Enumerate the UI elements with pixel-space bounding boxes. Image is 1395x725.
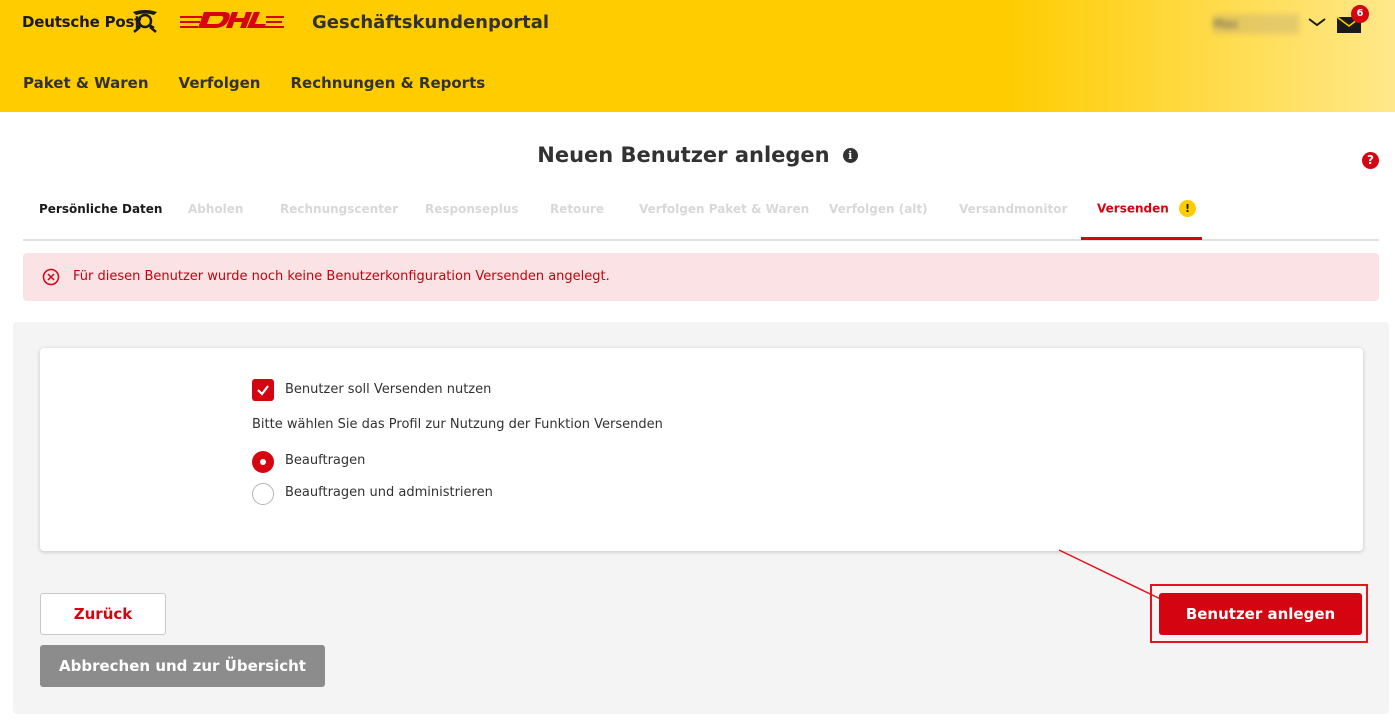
config-tabs: Persönliche Daten Abholen Rechnungscente… — [23, 190, 1379, 241]
posthorn-icon — [133, 10, 157, 33]
nav-item-paket-waren[interactable]: Paket & Waren — [23, 74, 149, 92]
tab-responseplus[interactable]: Responseplus — [425, 202, 519, 216]
create-user-button[interactable]: Benutzer anlegen — [1159, 593, 1362, 635]
checkmark-icon — [257, 385, 269, 396]
page-title: Neuen Benutzer anlegen — [537, 143, 830, 167]
user-name[interactable]: Max Mustermann — [1213, 14, 1299, 34]
tab-rechnungscenter[interactable]: Rechnungscenter — [280, 202, 398, 216]
mail-count-badge: 6 — [1351, 5, 1369, 23]
back-button[interactable]: Zurück — [40, 593, 166, 635]
deutsche-post-logo-text[interactable]: Deutsche Post — [22, 13, 141, 31]
tab-versenden[interactable]: Versenden ! — [1097, 200, 1196, 217]
active-tab-indicator — [1081, 237, 1202, 240]
alert-message: Für diesen Benutzer wurde noch keine Ben… — [73, 269, 610, 284]
radio-label-beauftragen: Beauftragen — [285, 453, 366, 468]
error-circle-icon — [42, 268, 60, 286]
nav-item-verfolgen[interactable]: Verfolgen — [179, 74, 261, 92]
nav-item-rechnungen-reports[interactable]: Rechnungen & Reports — [290, 74, 485, 92]
tab-retoure[interactable]: Retoure — [550, 202, 604, 216]
dhl-logo-icon[interactable] — [180, 10, 284, 32]
checkbox-label: Benutzer soll Versenden nutzen — [285, 382, 492, 397]
tab-verfolgen-alt[interactable]: Verfolgen (alt) — [829, 202, 928, 216]
versenden-nutzen-checkbox[interactable] — [252, 379, 274, 401]
warning-icon: ! — [1178, 200, 1196, 217]
chevron-down-icon[interactable] — [1307, 15, 1327, 29]
tab-abholen[interactable]: Abholen — [188, 202, 243, 216]
tab-verfolgen-paket-waren[interactable]: Verfolgen Paket & Waren — [639, 202, 809, 216]
error-alert: Für diesen Benutzer wurde noch keine Ben… — [23, 253, 1379, 301]
versenden-config-card — [40, 348, 1363, 551]
main-navigation: Paket & Waren Verfolgen Rechnungen & Rep… — [23, 74, 485, 92]
tab-versandmonitor[interactable]: Versandmonitor — [959, 202, 1067, 216]
help-icon[interactable]: ? — [1362, 152, 1379, 169]
tab-versenden-label: Versenden — [1097, 201, 1169, 216]
header-bar: Deutsche Post Geschäftskundenportal Max … — [0, 0, 1395, 112]
profile-prompt: Bitte wählen Sie das Profil zur Nutzung … — [252, 417, 663, 432]
radio-beauftragen-administrieren[interactable] — [252, 483, 274, 505]
radio-label-beauftragen-administrieren: Beauftragen und administrieren — [285, 485, 493, 500]
page-title-row: Neuen Benutzer anlegen i — [0, 143, 1395, 167]
cancel-to-overview-button[interactable]: Abbrechen und zur Übersicht — [40, 645, 325, 687]
portal-title: Geschäftskundenportal — [312, 12, 550, 33]
tab-persoenliche-daten[interactable]: Persönliche Daten — [39, 202, 162, 216]
info-icon[interactable]: i — [842, 147, 858, 163]
radio-beauftragen[interactable] — [252, 451, 274, 473]
